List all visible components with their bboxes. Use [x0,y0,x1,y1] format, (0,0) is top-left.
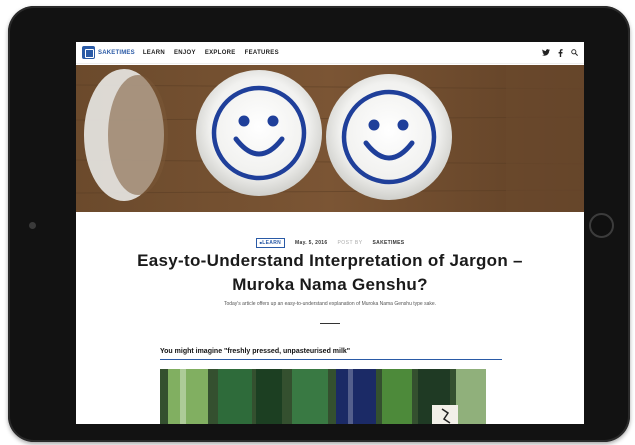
divider [320,323,340,324]
post-date: May. 5, 2016 [295,240,328,246]
screen: SAKETIMES LEARN ENJOY EXPLORE FEATURES ■… [76,42,584,424]
tablet-frame: SAKETIMES LEARN ENJOY EXPLORE FEATURES ■… [8,6,630,442]
posted-by-label: POST BY [337,240,363,246]
nav-links: LEARN ENJOY EXPLORE FEATURES [143,50,279,56]
category-tag[interactable]: LEARN [255,238,286,248]
nav-link-features[interactable]: FEATURES [245,50,279,56]
facebook-icon[interactable] [556,48,564,57]
logo-icon [82,46,95,59]
nav-link-learn[interactable]: LEARN [143,50,165,56]
article-subtitle: Today's article offers up an easy-to-und… [223,301,437,307]
twitter-icon[interactable] [542,49,550,57]
camera [29,222,36,229]
sake-bottles-image [160,369,486,424]
section-heading: You might imagine "freshly pressed, unpa… [160,348,502,360]
nav-icons [542,48,578,57]
nav-link-enjoy[interactable]: ENJOY [174,50,196,56]
nav-link-explore[interactable]: EXPLORE [205,50,236,56]
hero-image [76,65,584,212]
article-title: Easy-to-Understand Interpretation of Jar… [137,251,523,294]
author-link[interactable]: SAKETIMES [373,240,405,246]
logo-text: SAKETIMES [98,49,135,56]
navbar: SAKETIMES LEARN ENJOY EXPLORE FEATURES [76,42,584,64]
search-icon[interactable] [570,49,578,57]
article-meta: LEARN May. 5, 2016 POST BY SAKETIMES [76,238,584,248]
home-button[interactable] [589,213,614,238]
site-logo[interactable]: SAKETIMES [82,46,135,59]
